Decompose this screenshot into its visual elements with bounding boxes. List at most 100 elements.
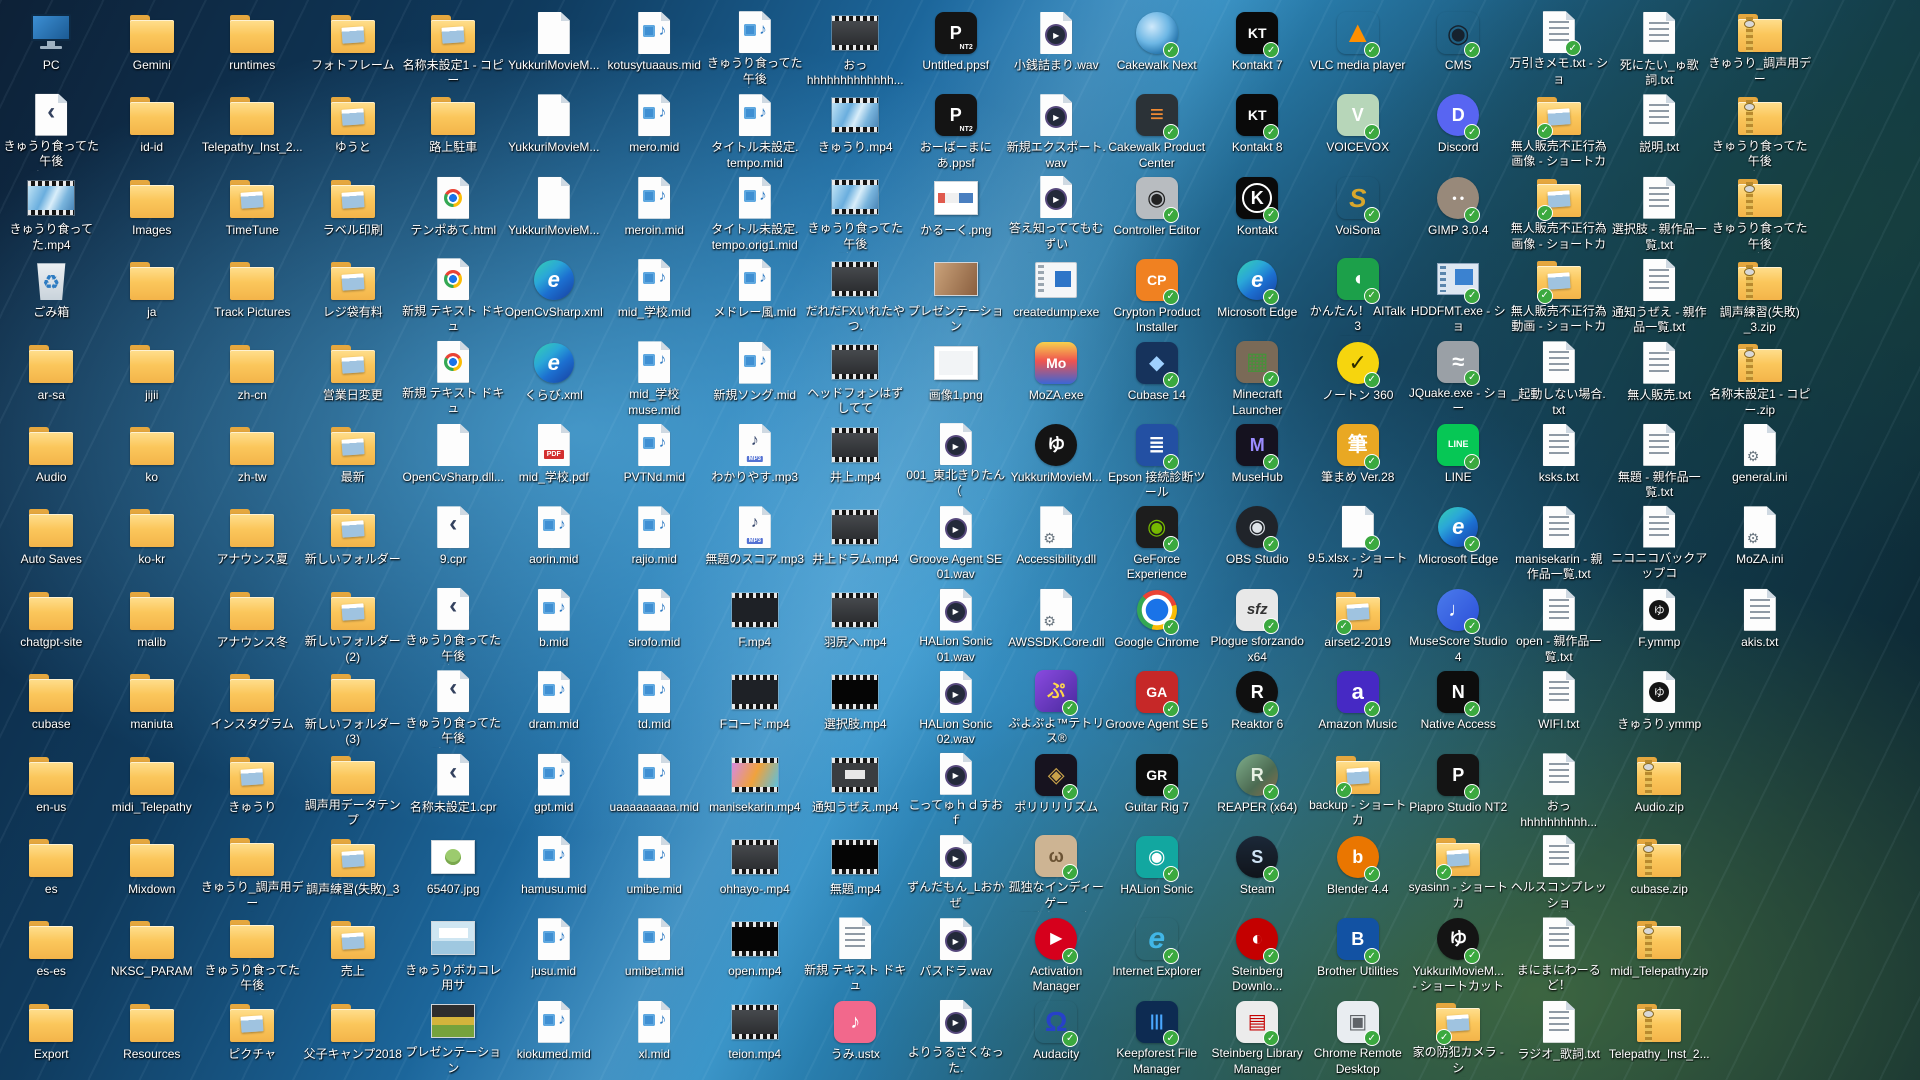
desktop-icon-html-r5-c5[interactable]: 新規 テキスト ドキュ メント.html [403, 336, 504, 418]
desktop-icon-video-r2-c9[interactable]: きゅうり.mp4 [805, 88, 906, 170]
desktop-icon-app-r13-c12[interactable]: |||✓Keepforest File Manager [1107, 995, 1208, 1077]
desktop-icon-video-r9-c8[interactable]: Fコード.mp4 [705, 665, 806, 747]
desktop-icon-txt-r12-c9[interactable]: 新規 テキスト ドキュ メント.musicxml [805, 912, 906, 994]
desktop-icon-cpr-r2-c1[interactable]: ‹きゅうり食ってた午後 3時-01.cpr [1, 88, 102, 170]
desktop-icon-video-r7-c9[interactable]: 井上ドラム.mp4 [805, 500, 906, 582]
desktop-icon-folder-r7-c1[interactable]: Auto Saves [1, 500, 102, 582]
desktop-icon-folder-r9-c4[interactable]: 新しいフォルダー (3) [303, 665, 404, 747]
desktop-icon-folder-r6-c3[interactable]: zh-tw [202, 418, 303, 500]
desktop-icon-app-r4-c14[interactable]: ◖✓かんたん！ AITalk 3 関西風 [1308, 253, 1409, 335]
desktop-icon-wav-r2-c11[interactable]: ▶新規エクスポート. wav [1006, 88, 1107, 170]
desktop-icon-app-r3-c14[interactable]: S✓VoiSona [1308, 171, 1409, 253]
desktop-icon-app-r6-c13[interactable]: M✓MuseHub [1207, 418, 1308, 500]
desktop-icon-app-r2-c15[interactable]: D✓Discord [1408, 88, 1509, 170]
desktop-icon-txt-r9-c16[interactable]: WIFI.txt [1509, 665, 1610, 747]
desktop-icon-folder-r7-c2[interactable]: ko-kr [102, 500, 203, 582]
desktop-icon-video-r8-c9[interactable]: 羽尻へ.mp4 [805, 583, 906, 665]
desktop-icon-mid-r4-c7[interactable]: ♪mid_学校.mid [604, 253, 705, 335]
desktop-icon-mid-r10-c7[interactable]: ♪uaaaaaaaaa.mid [604, 748, 705, 830]
desktop-icon-folder-r13-c4[interactable]: 父子キャンプ2018 [303, 995, 404, 1077]
desktop-icon-folder-r3-c4[interactable]: ラベル印刷 [303, 171, 404, 253]
desktop-icon-mp3-r7-c8[interactable]: ♪MP3無題のスコア.mp3 [705, 500, 806, 582]
desktop-icon-wav-r1-c11[interactable]: ▶小銭詰まり.wav [1006, 6, 1107, 88]
desktop-icon-txt-r5-c17[interactable]: 無人販売.txt [1609, 336, 1710, 418]
desktop-icon-app-r10-c15[interactable]: PN✓Piapro Studio NT2 [1408, 748, 1509, 830]
desktop-icon-folder-r5-c3[interactable]: zh-cn [202, 336, 303, 418]
desktop-icon-img-r4-c10[interactable]: プレゼンテーション 1.png [906, 253, 1007, 335]
desktop-icon-img-r13-c5[interactable]: プレゼンテーション 1.jpg [403, 995, 504, 1077]
desktop-icon-folder-r5-c4[interactable]: 営業日変更 [303, 336, 404, 418]
desktop-icon-txt-r8-c18[interactable]: akis.txt [1710, 583, 1811, 665]
desktop-icon-wav-r3-c11[interactable]: ▶答え知っててもむずい わこれ.wav [1006, 171, 1107, 253]
desktop-icon-exefilm-r4-c15[interactable]: ✓HDDFMT.exe - ショ ートカット [1408, 253, 1509, 335]
desktop-icon-app-r1-c12[interactable]: ✓Cakewalk Next [1107, 6, 1208, 88]
desktop-icon-mid-r1-c8[interactable]: ♪きゅうり食ってた午後 3時.mid [705, 6, 806, 88]
desktop-icon-video-r12-c8[interactable]: open.mp4 [705, 912, 806, 994]
desktop-icon-app-r10-c11[interactable]: ◈✓ポリリリリズム [1006, 748, 1107, 830]
desktop-icon-mid-r7-c6[interactable]: ♪aorin.mid [504, 500, 605, 582]
desktop-icon-cpr-r10-c5[interactable]: ‹名称未設定1.cpr [403, 748, 504, 830]
desktop-icon-folder-r7-c3[interactable]: アナウンス夏 [202, 500, 303, 582]
desktop-icon-folder-r2-c2[interactable]: id-id [102, 88, 203, 170]
desktop-icon-app-r12-c15[interactable]: ゆ✓YukkuriMovieM... - ショートカット [1408, 912, 1509, 994]
desktop-icon-app-r6-c15[interactable]: LINE✓LINE [1408, 418, 1509, 500]
desktop-icon-app-r13-c9[interactable]: ♪うみ.ustx [805, 995, 906, 1077]
desktop-icon-folder-r10-c1[interactable]: en-us [1, 748, 102, 830]
desktop-icon-folder-r8-c1[interactable]: chatgpt-site [1, 583, 102, 665]
desktop-icon-app-r12-c14[interactable]: B✓Brother Utilities [1308, 912, 1409, 994]
desktop-icon-folder-r12-c2[interactable]: NKSC_PARAM [102, 912, 203, 994]
desktop-icon-wav-r11-c10[interactable]: ▶ずんだもん_Lおかぜ ふ.wav [906, 830, 1007, 912]
desktop-icon-pdf-r6-c6[interactable]: PDFmid_学校.pdf [504, 418, 605, 500]
desktop-icon-mid-r6-c7[interactable]: ♪PVTNd.mid [604, 418, 705, 500]
desktop-icon-folder-r8-c14[interactable]: ✓airset2-2019 [1308, 583, 1409, 665]
desktop-icon-txt-r2-c17[interactable]: 説明.txt [1609, 88, 1710, 170]
desktop-icon-app-r9-c13[interactable]: R✓Reaktor 6 [1207, 665, 1308, 747]
desktop-icon-wav-r10-c10[interactable]: ▶こってゅｈｄすおｆ ｄｓｂふぉ.wav [906, 748, 1007, 830]
desktop-icon-txt-r3-c17[interactable]: 選択肢 - 親作品一 覧.txt [1609, 171, 1710, 253]
desktop-icon-wav-r13-c10[interactable]: ▶よりうるさくなった. wav [906, 995, 1007, 1077]
desktop-icon-app-r1-c10[interactable]: PNT2Untitled.ppsf [906, 6, 1007, 88]
desktop-icon-zip-r13-c17[interactable]: Telepathy_Inst_2... [1609, 995, 1710, 1077]
desktop-icon-folder-r8-c2[interactable]: malib [102, 583, 203, 665]
desktop-icon-mid-r11-c7[interactable]: ♪umibe.mid [604, 830, 705, 912]
desktop-icon-mid-r3-c8[interactable]: ♪タイトル未設定. tempo.orig1.mid [705, 171, 806, 253]
desktop-icon-video-r4-c9[interactable]: だれだFXいれたやつ. mp4 [805, 253, 906, 335]
desktop-icon-folder-r9-c2[interactable]: maniuta [102, 665, 203, 747]
desktop-icon-txt-r1-c16[interactable]: ✓万引きメモ.txt - ショ ートカット [1509, 6, 1610, 88]
desktop-icon-folder-r6-c2[interactable]: ko [102, 418, 203, 500]
desktop-icon-app-r10-c12[interactable]: GR✓Guitar Rig 7 [1107, 748, 1208, 830]
desktop-icon-app-r2-c13[interactable]: KT✓Kontakt 8 [1207, 88, 1308, 170]
desktop-icon-edge-r4-c13[interactable]: e✓Microsoft Edge [1207, 253, 1308, 335]
desktop-icon-folder-r1-c4[interactable]: フォトフレーム [303, 6, 404, 88]
desktop-icon-folder-r11-c15[interactable]: ✓syasinn - ショートカ ット [1408, 830, 1509, 912]
desktop-icon-app-r5-c11[interactable]: MoMoZA.exe [1006, 336, 1107, 418]
desktop-icon-app-r5-c12[interactable]: ◆✓Cubase 14 [1107, 336, 1208, 418]
desktop-icon-folder-r11-c2[interactable]: Mixdown [102, 830, 203, 912]
desktop-icon-folder-r11-c3[interactable]: きゅうり_調声用デー タ [202, 830, 303, 912]
desktop-icon-mid-r7-c7[interactable]: ♪rajio.mid [604, 500, 705, 582]
desktop-icon-cpr-r8-c5[interactable]: ‹きゅうり食ってた午後 3時.cpr [403, 583, 504, 665]
desktop-icon-folder-r6-c1[interactable]: Audio [1, 418, 102, 500]
desktop-icon-app-r11-c14[interactable]: b✓Blender 4.4 [1308, 830, 1409, 912]
desktop-icon-app-r13-c14[interactable]: ▣✓Chrome Remote Desktop [1308, 995, 1409, 1077]
desktop-icon-app-r7-c13[interactable]: ◉✓OBS Studio [1207, 500, 1308, 582]
desktop-icon-folder-r1-c2[interactable]: Gemini [102, 6, 203, 88]
desktop-icon-app-r12-c13[interactable]: ◐✓Steinberg Downlo... [1207, 912, 1308, 994]
desktop-icon-video-r3-c1[interactable]: きゅうり食ってた.mp4 [1, 171, 102, 253]
desktop-icon-zip-r10-c17[interactable]: Audio.zip [1609, 748, 1710, 830]
desktop-icon-folder-r3-c3[interactable]: TimeTune [202, 171, 303, 253]
desktop-icon-txt-r11-c16[interactable]: ヘルスコンプレッショ ン__歌詞.txt [1509, 830, 1610, 912]
desktop-icon-ini-r8-c11[interactable]: ⚙AWSSDK.Core.dll [1006, 583, 1107, 665]
desktop-icon-mid-r10-c6[interactable]: ♪gpt.mid [504, 748, 605, 830]
desktop-icon-folder-r2-c5[interactable]: 路上駐車 [403, 88, 504, 170]
desktop-icon-edge-r4-c6[interactable]: eOpenCvSharp.xml [504, 253, 605, 335]
desktop-icon-video-r5-c9[interactable]: ヘッドフォンはずしてて よかっt.mp4 [805, 336, 906, 418]
desktop-icon-zip-r4-c18[interactable]: 調声練習(失敗) _3.zip [1710, 253, 1811, 335]
desktop-icon-app-r8-c15[interactable]: ♩✓MuseScore Studio 4 [1408, 583, 1509, 665]
desktop-icon-folder-r5-c2[interactable]: jijii [102, 336, 203, 418]
desktop-icon-edge-r5-c6[interactable]: eくらび.xml [504, 336, 605, 418]
desktop-icon-app-r12-c12[interactable]: e✓Internet Explorer [1107, 912, 1208, 994]
desktop-icon-mid-r2-c7[interactable]: ♪mero.mid [604, 88, 705, 170]
desktop-icon-file-r3-c6[interactable]: YukkuriMovieM... [504, 171, 605, 253]
desktop-icon-video-r11-c8[interactable]: ohhayo-.mp4 [705, 830, 806, 912]
